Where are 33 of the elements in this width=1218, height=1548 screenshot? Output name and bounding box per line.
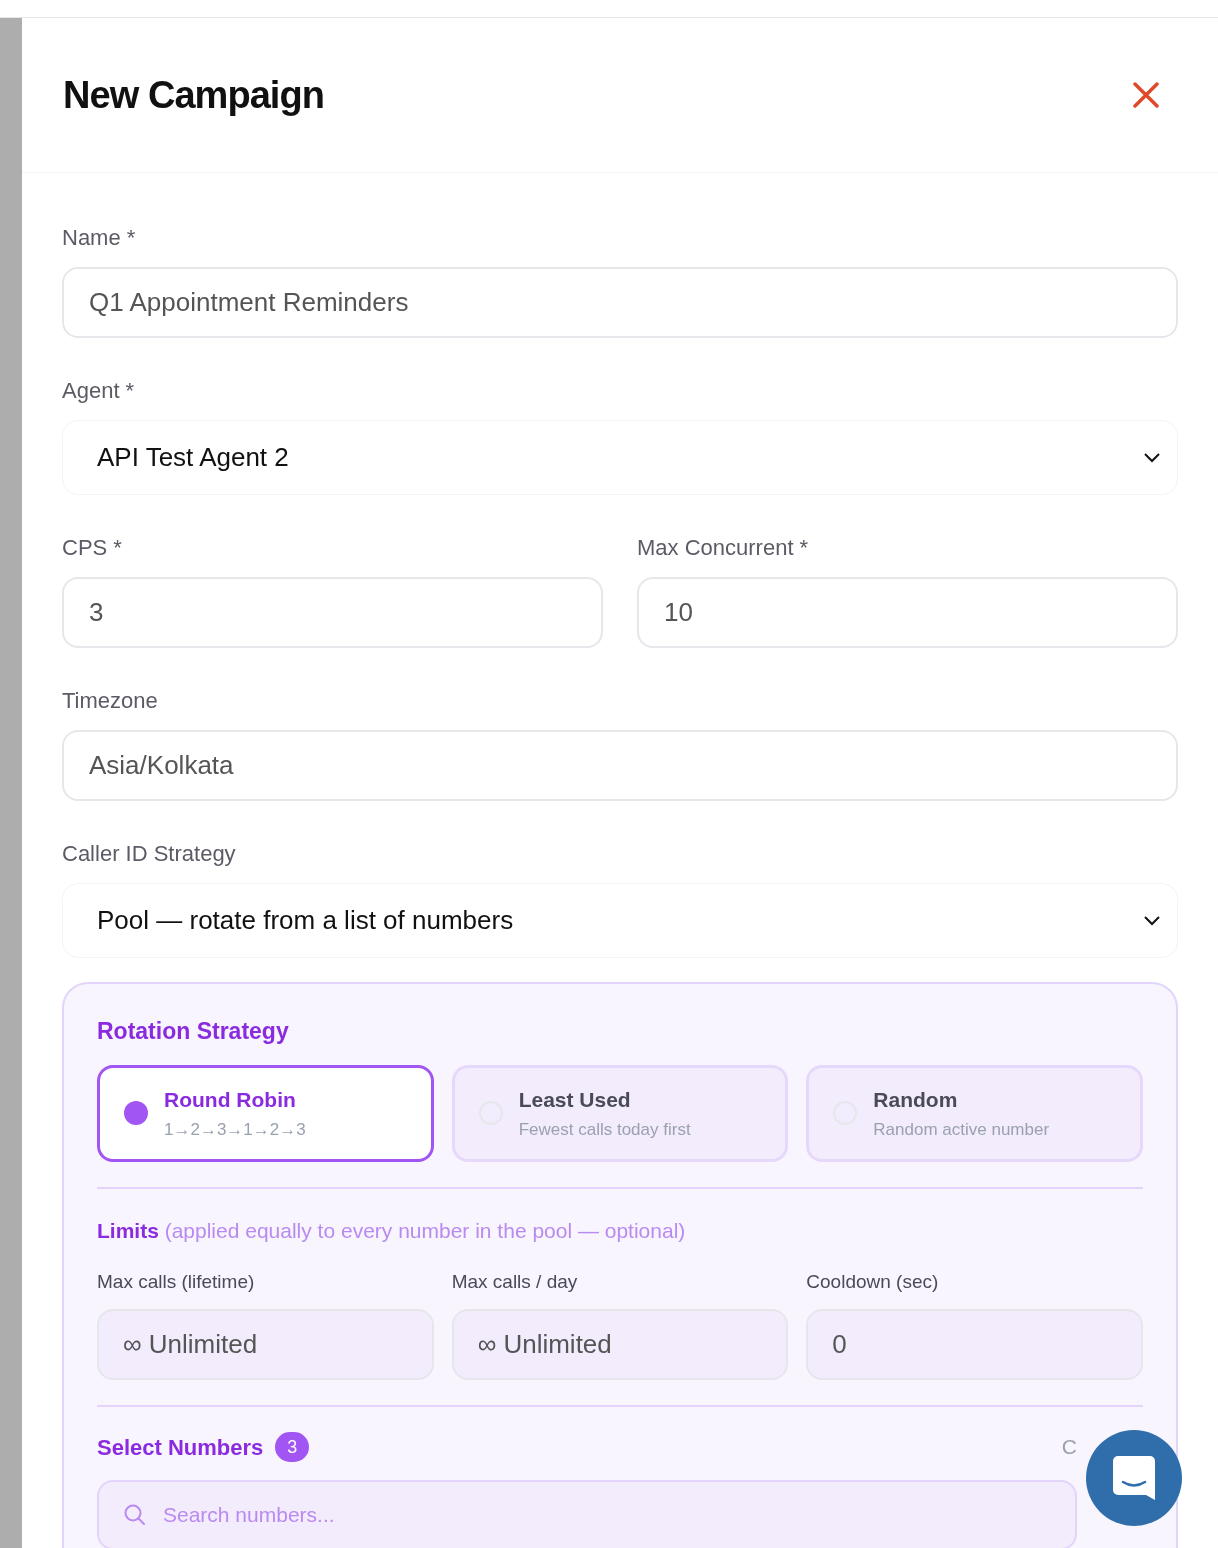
input-field[interactable]: Asia/Kolkata: [62, 730, 1178, 801]
chat-icon: [1112, 1455, 1156, 1501]
strategy-option[interactable]: Random Random active number: [806, 1064, 1143, 1162]
chevron-down-icon: [1143, 451, 1161, 464]
field-label: Max calls (lifetime): [97, 1270, 256, 1294]
field-label: Agent *: [62, 377, 136, 405]
field-label: Max calls / day: [451, 1270, 579, 1294]
input-field[interactable]: 10: [637, 577, 1178, 648]
search-icon: [123, 1502, 147, 1527]
field-label: Caller ID Strategy: [62, 840, 237, 868]
input-field[interactable]: Q1 Appointment Reminders: [62, 267, 1178, 338]
count-badge: 3: [275, 1432, 310, 1462]
limits-heading: Limits (applied equally to every number in the pool — optional): [97, 1217, 687, 1244]
close-icon: [1133, 82, 1159, 108]
field-label: Name *: [62, 224, 137, 252]
field-label: Cooldown (sec): [806, 1270, 940, 1294]
search-field[interactable]: Search numbers...: [97, 1479, 1077, 1548]
input-field[interactable]: ∞ Unlimited: [97, 1308, 434, 1380]
chevron-down-icon: [1143, 914, 1161, 927]
section-title: Select Numbers: [97, 1433, 264, 1462]
field-label: CPS *: [62, 534, 123, 562]
strategy-option[interactable]: Least Used Fewest calls today first: [451, 1064, 789, 1162]
section-title: Rotation Strategy: [97, 1017, 290, 1046]
field-label: Max Concurrent *: [637, 534, 810, 562]
field-label: Timezone: [62, 687, 159, 715]
select-field[interactable]: Pool — rotate from a list of numbers: [62, 883, 1178, 958]
radio-selected-icon: [124, 1101, 148, 1125]
input-field[interactable]: ∞ Unlimited: [451, 1308, 789, 1380]
select-field[interactable]: API Test Agent 2: [62, 420, 1178, 495]
input-field[interactable]: 0: [806, 1308, 1143, 1380]
dialog-title: New Campaign: [63, 72, 324, 118]
input-field[interactable]: 3: [62, 577, 603, 648]
strategy-option[interactable]: Round Robin 1→2→3→1→2→3: [97, 1064, 434, 1162]
